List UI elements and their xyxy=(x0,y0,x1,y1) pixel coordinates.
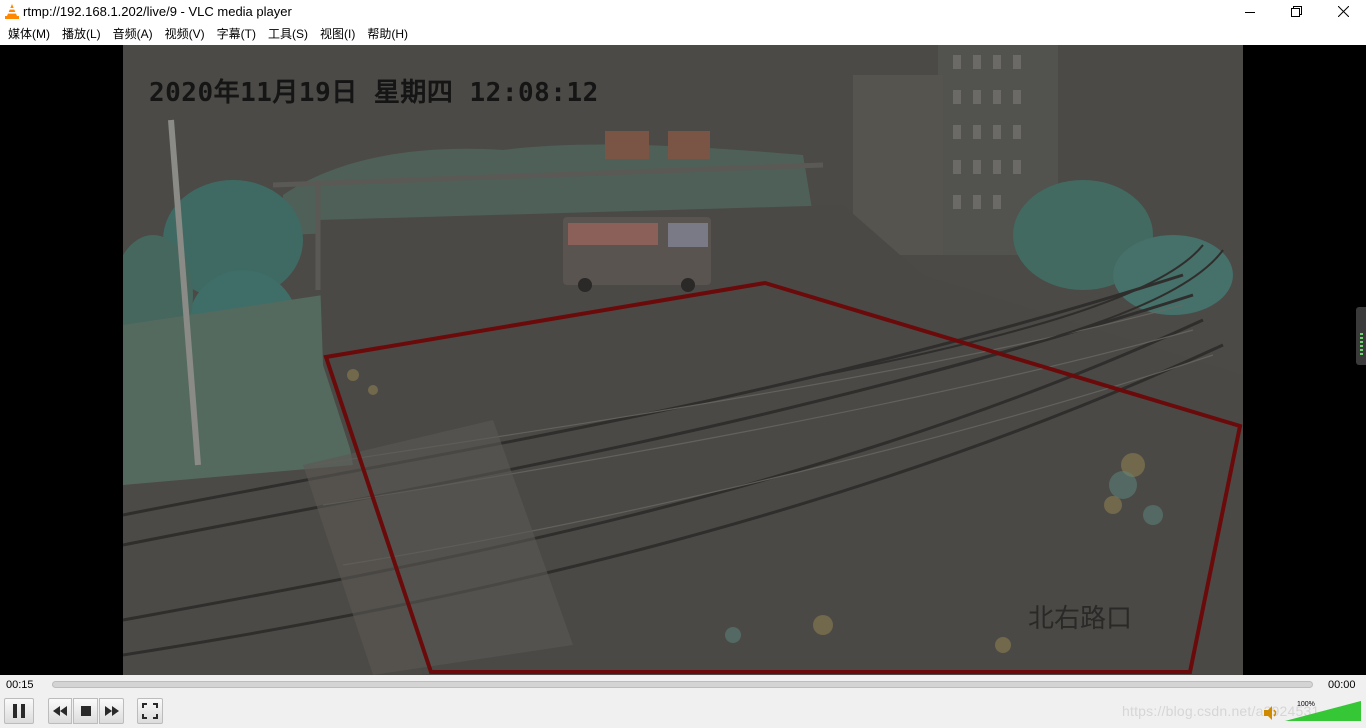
pause-button[interactable] xyxy=(4,698,34,724)
restore-button[interactable] xyxy=(1273,0,1319,23)
menu-bar: 媒体(M) 播放(L) 音频(A) 视频(V) 字幕(T) 工具(S) 视图(I… xyxy=(0,23,1366,45)
fullscreen-icon xyxy=(142,703,158,719)
next-button[interactable] xyxy=(99,698,124,724)
close-button[interactable] xyxy=(1320,0,1366,23)
total-time[interactable]: 00:00 xyxy=(1328,679,1356,691)
menu-playback[interactable]: 播放(L) xyxy=(58,23,109,45)
side-volume-handle[interactable] xyxy=(1356,307,1366,365)
osd-location-label: 北右路口 xyxy=(1028,603,1133,633)
video-area[interactable]: 2020年11月19日 星期四 12:08:12 北右路口 xyxy=(0,45,1366,675)
title-bar: rtmp://192.168.1.202/live/9 - VLC media … xyxy=(0,0,1366,23)
menu-media[interactable]: 媒体(M) xyxy=(4,23,58,45)
previous-button[interactable] xyxy=(48,698,72,724)
menu-subtitle[interactable]: 字幕(T) xyxy=(213,23,264,45)
seek-bar-row: 00:15 00:00 xyxy=(0,675,1366,695)
next-icon xyxy=(104,706,119,716)
seek-slider[interactable] xyxy=(52,681,1313,688)
speaker-icon[interactable] xyxy=(1263,705,1279,721)
stop-icon xyxy=(80,706,91,716)
osd-timestamp: 2020年11月19日 星期四 12:08:12 xyxy=(149,78,599,108)
elapsed-time: 00:15 xyxy=(6,679,34,691)
pause-icon xyxy=(13,704,25,718)
menu-tools[interactable]: 工具(S) xyxy=(264,23,316,45)
menu-view[interactable]: 视图(I) xyxy=(316,23,363,45)
minimize-button[interactable] xyxy=(1227,0,1273,23)
fullscreen-button[interactable] xyxy=(137,698,163,724)
stop-button[interactable] xyxy=(73,698,98,724)
video-frame[interactable]: 2020年11月19日 星期四 12:08:12 北右路口 xyxy=(123,45,1243,675)
vlc-cone-icon xyxy=(5,4,19,19)
close-icon xyxy=(1337,6,1349,17)
menu-video[interactable]: 视频(V) xyxy=(161,23,213,45)
minimize-icon xyxy=(1245,11,1255,13)
window-title: rtmp://192.168.1.202/live/9 - VLC media … xyxy=(23,4,292,19)
previous-icon xyxy=(53,706,67,716)
volume-slider[interactable]: 100% xyxy=(1285,701,1361,721)
menu-help[interactable]: 帮助(H) xyxy=(363,23,416,45)
control-bar: https://blog.csdn.net/a2924531 100% xyxy=(0,695,1366,728)
volume-percent: 100% xyxy=(1297,701,1315,708)
restore-icon xyxy=(1290,6,1302,17)
camera-scene xyxy=(123,45,1243,675)
menu-audio[interactable]: 音频(A) xyxy=(109,23,161,45)
